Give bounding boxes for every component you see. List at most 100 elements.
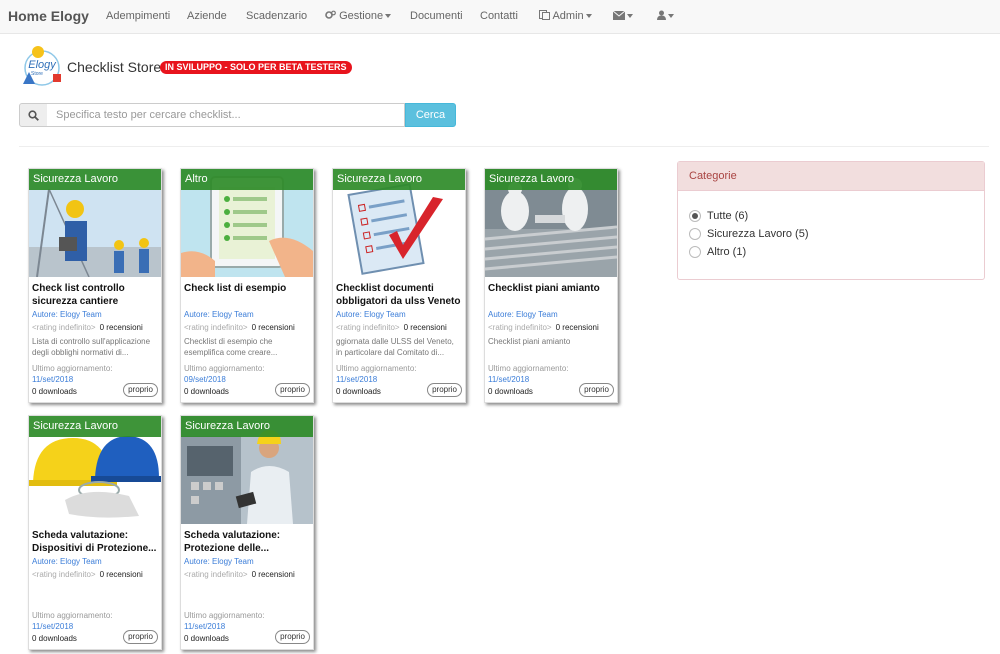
card-description: ggiornata dalle ULSS del Veneto, in part… [336, 337, 454, 357]
category-label: Sicurezza Lavoro (5) [707, 228, 809, 240]
review-count: 0 recensioni [555, 323, 599, 332]
checklist-card[interactable]: Sicurezza Lavoro Checklist piani amianto… [484, 168, 618, 403]
caret-down-icon [627, 14, 633, 19]
gears-icon [325, 10, 336, 19]
ownership-badge: proprio [275, 383, 310, 397]
card-rating: <rating indefinito> 0 recensioni [488, 323, 599, 332]
updated-label: Ultimo aggiornamento: [32, 364, 113, 373]
search-icon [28, 110, 39, 121]
nav-user[interactable] [657, 10, 674, 22]
card-description: Checklist di esempio che esemplifica com… [184, 337, 278, 357]
checklist-card[interactable]: Sicurezza Lavoro Scheda valutazione: Dis… [28, 415, 162, 650]
category-filter-altro[interactable]: Altro (1) [689, 246, 747, 259]
card-description [32, 583, 158, 605]
card-category: Sicurezza Lavoro [29, 416, 161, 437]
nav-contatti[interactable]: Contatti [480, 10, 518, 22]
card-rating: <rating indefinito> 0 recensioni [32, 570, 143, 579]
radio-selected[interactable] [689, 210, 701, 223]
updated-label: Ultimo aggiornamento: [32, 611, 113, 620]
page-title: Checklist Store [67, 59, 162, 75]
card-category: Sicurezza Lavoro [181, 416, 313, 437]
category-filter-sicurezza-lavoro[interactable]: Sicurezza Lavoro (5) [689, 228, 809, 241]
ownership-badge: proprio [123, 383, 158, 397]
card-author: Autore: Elogy Team [488, 310, 558, 319]
updated-date: 11/set/2018 [32, 375, 74, 384]
card-title[interactable]: Check list di esempio [184, 282, 310, 295]
review-count: 0 recensioni [251, 570, 295, 579]
download-count: 0 downloads [32, 387, 77, 396]
card-description: Checklist piani amianto [488, 337, 571, 346]
categories-title: Categorie [678, 162, 984, 191]
review-count: 0 recensioni [99, 323, 143, 332]
card-title[interactable]: Checklist piani amianto [488, 282, 614, 295]
card-title[interactable]: Check list controllo sicurezza cantiere [32, 282, 158, 308]
checklist-card[interactable]: Sicurezza Lavoro Scheda valutazione: Pro… [180, 415, 314, 650]
search-addon [19, 103, 48, 127]
card-category: Altro [181, 169, 313, 190]
review-count: 0 recensioni [99, 570, 143, 579]
rating-placeholder: <rating indefinito> [184, 570, 248, 579]
card-category: Sicurezza Lavoro [333, 169, 465, 190]
nav-admin-label: Admin [552, 10, 584, 22]
updated-date: 09/set/2018 [184, 375, 226, 384]
ownership-badge: proprio [123, 630, 158, 644]
card-image: Sicurezza Lavoro [181, 416, 313, 524]
download-count: 0 downloads [184, 387, 229, 396]
updated-date: 11/set/2018 [488, 375, 530, 384]
updated-date: 11/set/2018 [32, 622, 74, 631]
nav-aziende[interactable]: Aziende [187, 10, 227, 22]
radio-unselected[interactable] [689, 246, 701, 259]
brand-link[interactable]: Home Elogy [8, 8, 89, 24]
caret-down-icon [585, 14, 592, 19]
card-rating: <rating indefinito> 0 recensioni [32, 323, 143, 332]
checklist-card[interactable]: Altro Check list di esempio Autore: Elog… [180, 168, 314, 403]
updated-label: Ultimo aggiornamento: [184, 611, 265, 620]
search-button[interactable]: Cerca [405, 103, 456, 127]
updated-label: Ultimo aggiornamento: [336, 364, 417, 373]
card-title[interactable]: Scheda valutazione: Protezione delle... [184, 529, 310, 555]
review-count: 0 recensioni [251, 323, 295, 332]
rating-placeholder: <rating indefinito> [184, 323, 248, 332]
card-image: Sicurezza Lavoro [485, 169, 617, 277]
caret-down-icon [668, 14, 674, 19]
card-image: Sicurezza Lavoro [29, 169, 161, 277]
card-rating: <rating indefinito> 0 recensioni [336, 323, 447, 332]
category-label: Altro (1) [707, 246, 747, 258]
beta-badge: IN SVILUPPO - SOLO PER BETA TESTERS [160, 61, 352, 74]
card-description [184, 583, 310, 605]
logo-text: Elogy [28, 59, 57, 71]
rating-placeholder: <rating indefinito> [32, 323, 96, 332]
checklist-card[interactable]: Sicurezza Lavoro Checklist documenti obb… [332, 168, 466, 403]
radio-unselected[interactable] [689, 228, 701, 241]
nav-gestione[interactable]: Gestione [325, 10, 392, 22]
card-image: Sicurezza Lavoro [333, 169, 465, 277]
category-label: Tutte (6) [707, 210, 749, 222]
card-title[interactable]: Scheda valutazione: Dispositivi di Prote… [32, 529, 158, 555]
nav-gestione-label: Gestione [339, 10, 384, 22]
card-rating: <rating indefinito> 0 recensioni [184, 570, 295, 579]
download-count: 0 downloads [488, 387, 533, 396]
user-icon [657, 10, 666, 20]
nav-mail[interactable] [612, 10, 633, 22]
updated-label: Ultimo aggiornamento: [184, 364, 265, 373]
category-filter-all[interactable]: Tutte (6) [689, 210, 749, 223]
updated-label: Ultimo aggiornamento: [488, 364, 569, 373]
nav-adempimenti[interactable]: Adempimenti [106, 10, 170, 22]
card-description: Lista di controllo sull'applicazione deg… [32, 337, 151, 357]
nav-scadenzario[interactable]: Scadenzario [246, 10, 307, 22]
rating-placeholder: <rating indefinito> [336, 323, 400, 332]
card-author: Autore: Elogy Team [32, 557, 102, 566]
search-input[interactable] [47, 103, 405, 127]
updated-date: 11/set/2018 [184, 622, 226, 631]
nav-admin[interactable]: Admin [539, 10, 592, 22]
rating-placeholder: <rating indefinito> [488, 323, 552, 332]
updated-date: 11/set/2018 [336, 375, 378, 384]
header-divider [19, 146, 989, 147]
download-count: 0 downloads [336, 387, 381, 396]
admin-icon [539, 10, 550, 20]
caret-down-icon [385, 14, 392, 19]
card-image: Sicurezza Lavoro [29, 416, 161, 524]
nav-documenti[interactable]: Documenti [410, 10, 463, 22]
card-title[interactable]: Checklist documenti obbligatori da ulss … [336, 282, 462, 308]
checklist-card[interactable]: Sicurezza Lavoro Check list controllo si… [28, 168, 162, 403]
